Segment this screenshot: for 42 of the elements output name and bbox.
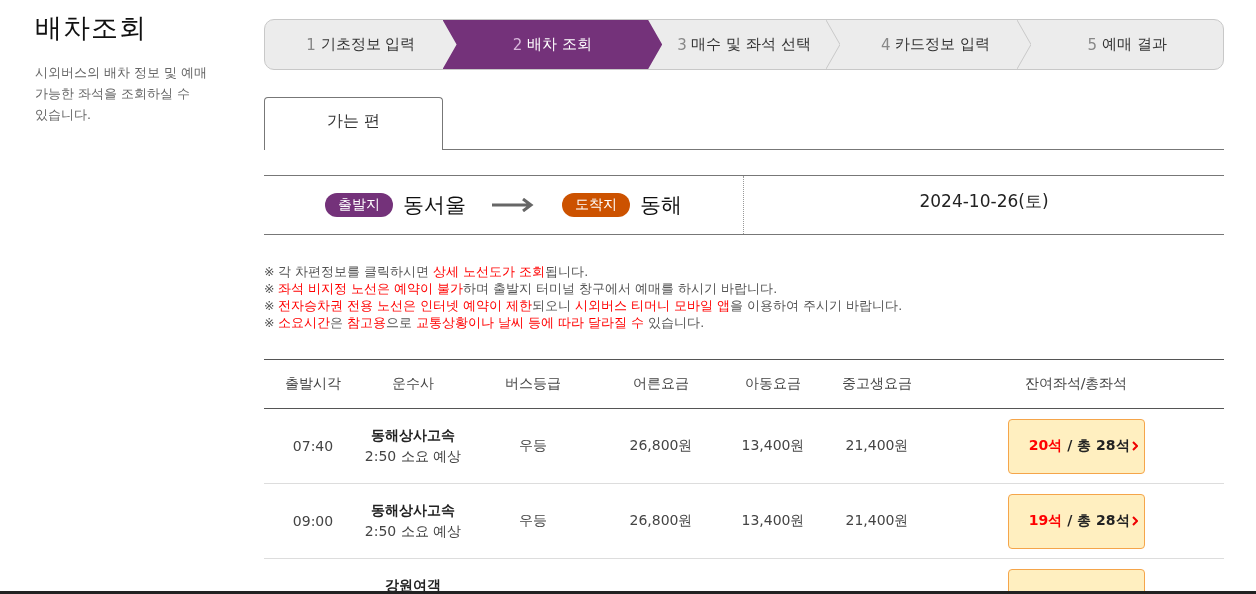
- adult-fare: 26,800원: [629, 437, 693, 453]
- departure-name: 동서울: [403, 192, 466, 219]
- departure-date: 2024-10-26(토): [918, 189, 1050, 213]
- step-item: 4 카드정보 입력: [839, 20, 1032, 69]
- column-header: 중고생요금: [826, 359, 928, 409]
- seat-select-button[interactable]: 20석 / 총 28석: [1007, 418, 1145, 474]
- column-header: 어른요금: [602, 359, 720, 409]
- child-fare: 13,400원: [741, 512, 805, 528]
- bus-grade: 우등: [519, 437, 547, 453]
- page-title: 배차조회: [35, 11, 148, 45]
- notice-text: ※ 전자승차권 전용 노선은 인터넷 예약이 제한되오니 시외버스 티머니 모바일 앱 을 이용하여 주시기 바랍니다.: [264, 297, 904, 314]
- arrival-name: 동해: [640, 192, 682, 219]
- bus-grade: 우등: [519, 512, 547, 528]
- student-fare: 21,400원: [845, 437, 909, 453]
- page-description: 시외버스의 배차 정보 및 예매 가능한 좌석을 조회하실 수 있습니다.: [35, 64, 208, 124]
- arrival-badge: 도착지: [562, 193, 630, 217]
- chevron-right-icon: [1131, 441, 1138, 451]
- trip-duration: 2:50 소요 예상: [363, 447, 463, 466]
- direction-tab[interactable]: 가는 편: [264, 97, 443, 150]
- chevron-right-icon: [1131, 516, 1138, 526]
- departure-time: 09:00: [292, 513, 334, 529]
- column-header: 출발시각: [264, 359, 362, 409]
- seat-select-button[interactable]: 19석 / 총 28석: [1007, 493, 1145, 549]
- child-fare: 13,400원: [741, 437, 805, 453]
- notice-text: ※ 좌석 비지정 노선은 예약이 불가하며 출발지 터미널 창구에서 예매를 하시기 바랍니다.: [264, 280, 779, 297]
- student-fare: 21,400원: [845, 512, 909, 528]
- departure-time: 07:40: [292, 438, 334, 454]
- arrow-icon: [492, 198, 536, 212]
- bus-operator: 동해상사고속: [370, 501, 456, 520]
- trip-duration: 2:50 소요 예상: [363, 522, 463, 541]
- step-item: 1 기초정보 입력: [305, 34, 417, 56]
- column-header: 잔여좌석/총좌석: [928, 359, 1224, 409]
- step-item: 5 예매 결과: [1086, 34, 1168, 56]
- departure-badge: 출발지: [325, 193, 393, 217]
- bus-operator: 동해상사고속: [370, 426, 456, 445]
- adult-fare: 26,800원: [629, 512, 693, 528]
- step-item: 2 배차 조회: [442, 20, 663, 69]
- notice-text: ※ 각 차편정보를 클릭하시면 상세 노선도가 조회 됩니다.: [264, 263, 590, 280]
- column-header: 운수사: [362, 359, 464, 409]
- notice-text: ※ 소요시간은 참고용으로 교통상황이나 날씨 등에 따라 달라질 수 있습니다.: [264, 314, 706, 331]
- column-header: 아동요금: [720, 359, 826, 409]
- column-header: 버스등급: [464, 359, 602, 409]
